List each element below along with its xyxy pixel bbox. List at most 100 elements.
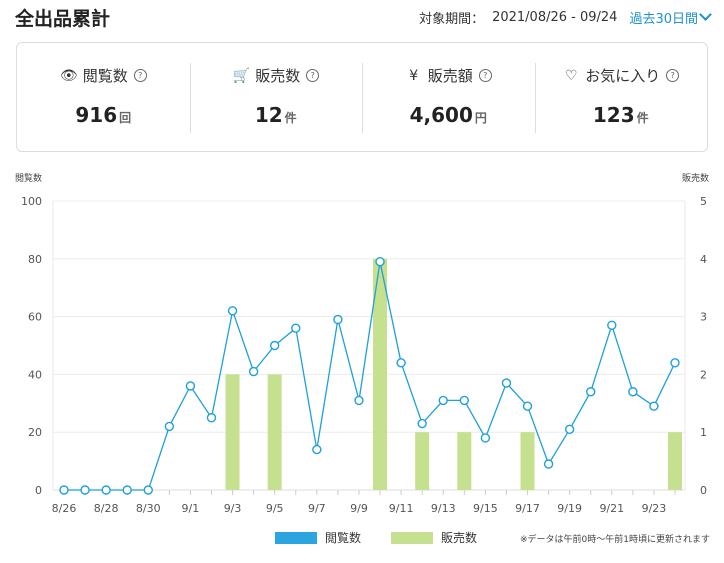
period-label: 対象期間：: [419, 12, 485, 27]
views-point: [396, 358, 406, 368]
stat-views: 👁 閲覧数 ? 916 回: [17, 43, 190, 151]
views-point: [480, 433, 491, 443]
update-note: ※データは午前0時〜午前1時頃に更新されます: [520, 535, 710, 545]
stat-value: 916: [75, 103, 118, 127]
help-icon[interactable]: ?: [666, 69, 680, 82]
stat-label: お気に入り: [585, 67, 661, 85]
views-point: [543, 459, 554, 469]
stat-value: 4,600: [409, 103, 473, 127]
views-point: [291, 323, 301, 333]
views-point: [269, 340, 280, 351]
x-tick-label: 8/28: [94, 502, 119, 515]
range-dropdown-label: 過去30日間: [629, 12, 698, 27]
views-point: [501, 378, 512, 388]
stat-unit: 件: [284, 111, 297, 125]
x-tick-label: 9/15: [473, 502, 498, 515]
legend-item-sales[interactable]: 販売数: [391, 529, 477, 546]
views-point: [670, 358, 680, 368]
x-tick-label: 9/11: [389, 502, 414, 515]
y-right-tick-label: 0: [700, 484, 707, 497]
sales-bar: [668, 432, 682, 490]
help-icon[interactable]: ?: [478, 69, 492, 82]
stats-panel: 👁 閲覧数 ? 916 回 🛒 販売数 ? 12 件 ¥ 販売額 ? 4,600 円 …: [16, 42, 708, 152]
sales-bar: [225, 374, 240, 490]
period-bar: 対象期間： 2021/08/26 - 09/24 過去30日間: [419, 8, 712, 27]
stat-value: 12: [254, 103, 283, 127]
stat-favorites: ♡ お気に入り ? 123 件: [534, 43, 708, 151]
views-point: [649, 401, 659, 411]
stat-label: 販売額: [427, 67, 473, 85]
views-point: [122, 485, 132, 495]
views-point: [375, 256, 385, 267]
views-point: [101, 485, 111, 495]
y-right-axis-label: 販売数: [682, 172, 709, 184]
views-point: [628, 387, 638, 397]
period-dates: 2021/08/26 - 09/24: [492, 10, 618, 25]
y-right-tick-label: 1: [700, 426, 707, 439]
y-left-axis-label: 閲覧数: [15, 172, 42, 184]
views-point: [354, 395, 364, 406]
y-left-tick-label: 80: [28, 253, 42, 266]
legend-item-views[interactable]: 閲覧数: [275, 529, 361, 546]
x-tick-label: 9/23: [642, 502, 667, 515]
views-point: [564, 424, 575, 435]
views-point: [164, 421, 175, 432]
x-tick-label: 9/5: [266, 502, 284, 515]
sales-bar: [415, 432, 430, 490]
stat-label: 販売数: [255, 67, 301, 85]
views-sales-chart: 閲覧数 販売数0204060801000123458/26 8/28 8/30 9/1 9…: [15, 172, 709, 515]
y-right-tick-label: 3: [700, 311, 707, 324]
cart-icon: 🛒: [232, 67, 250, 84]
stat-unit: 円: [474, 111, 487, 125]
x-tick-label: 9/17: [515, 502, 540, 515]
views-point: [143, 485, 153, 495]
sales-bar: [267, 374, 282, 490]
sales-bar: [457, 432, 472, 490]
views-line: [64, 261, 676, 491]
views-point: [459, 395, 470, 406]
help-icon[interactable]: ?: [133, 69, 147, 82]
y-left-tick-label: 0: [35, 484, 42, 497]
help-icon[interactable]: ?: [306, 69, 320, 82]
views-point: [607, 320, 617, 330]
y-right-tick-label: 5: [700, 195, 707, 208]
stat-sales: 🛒 販売数 ? 12 件: [189, 43, 363, 151]
y-left-tick-label: 100: [21, 195, 42, 208]
x-tick-label: 9/21: [599, 502, 624, 515]
views-point: [586, 387, 596, 397]
views-point: [185, 381, 196, 391]
x-tick-label: 9/7: [308, 502, 326, 515]
y-left-tick-label: 60: [28, 311, 42, 324]
views-point: [522, 401, 533, 411]
page-title: 全出品累計: [15, 8, 111, 30]
stat-revenue: ¥ 販売額 ? 4,600 円: [362, 43, 535, 151]
x-tick-label: 9/13: [431, 502, 456, 515]
y-left-tick-label: 40: [28, 368, 42, 381]
views-point: [80, 485, 90, 495]
legend-label: 販売数: [441, 531, 478, 545]
legend-swatch: [391, 531, 434, 544]
x-tick-label: 9/3: [224, 502, 242, 515]
chart-legend: 閲覧数 販売数: [275, 529, 507, 546]
y-left-tick-label: 20: [28, 426, 42, 439]
legend-label: 閲覧数: [325, 531, 362, 545]
x-tick-label: 8/26: [52, 502, 77, 515]
views-point: [227, 306, 238, 316]
stat-label: 閲覧数: [82, 67, 128, 85]
views-point: [333, 314, 343, 325]
views-point: [248, 366, 259, 377]
eye-icon: 👁: [59, 67, 78, 84]
range-dropdown[interactable]: 過去30日間: [629, 8, 712, 27]
heart-icon: ♡: [564, 67, 578, 84]
views-point: [417, 418, 427, 429]
stat-unit: 件: [636, 111, 649, 125]
views-point: [59, 485, 69, 495]
x-tick-label: 9/19: [557, 502, 582, 515]
stat-unit: 回: [119, 111, 132, 125]
x-tick-label: 8/30: [136, 502, 161, 515]
views-point: [438, 395, 448, 406]
yen-icon: ¥: [409, 67, 419, 84]
sales-bar: [520, 432, 535, 490]
y-right-tick-label: 2: [700, 368, 707, 381]
views-point: [206, 413, 217, 423]
